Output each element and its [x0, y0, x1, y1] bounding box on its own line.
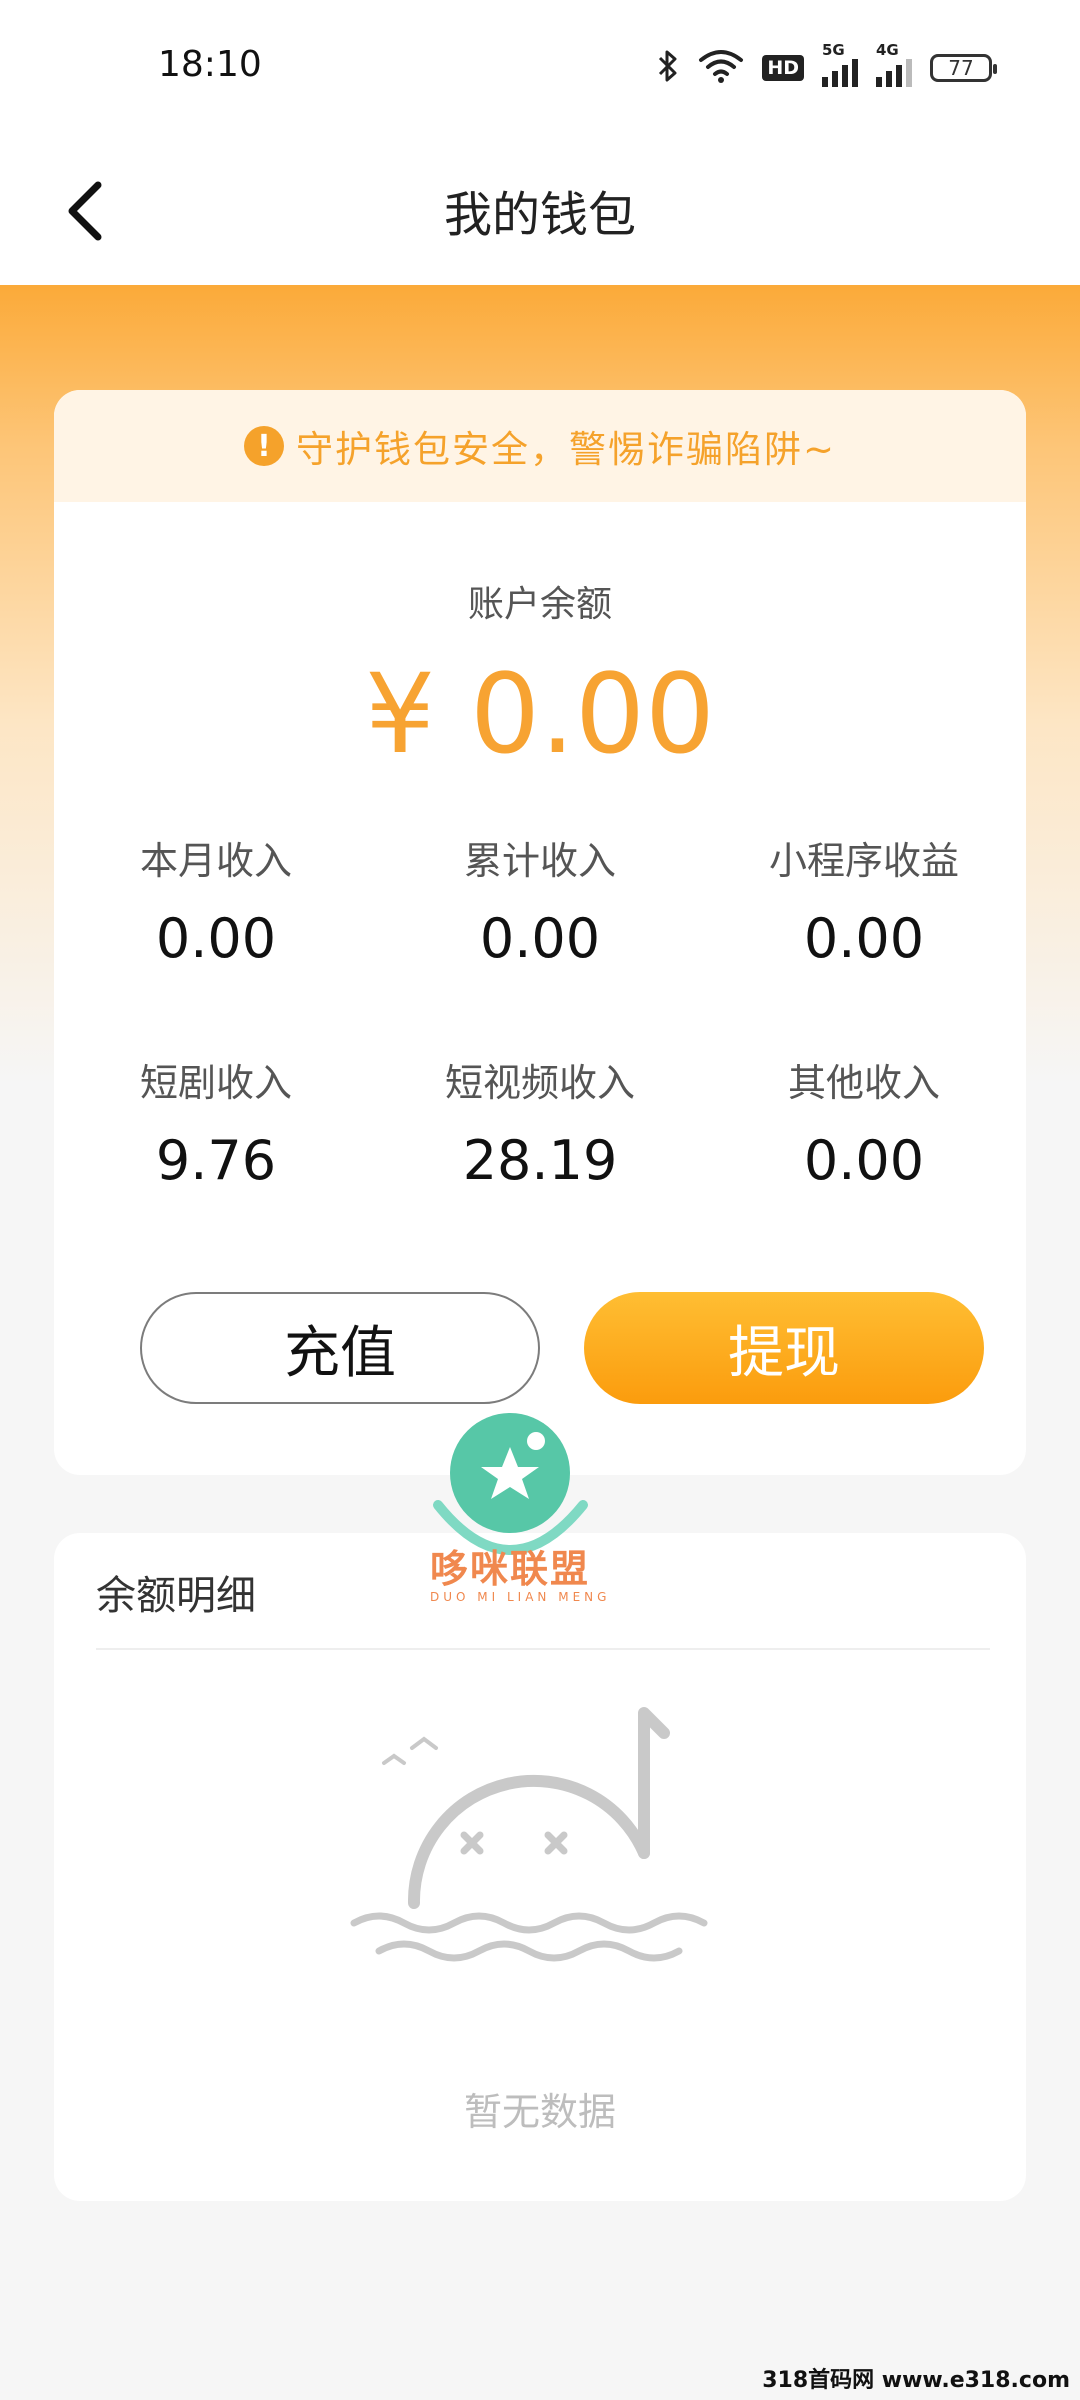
site-stamp: 318首码网 www.e318.com — [762, 2368, 1070, 2393]
status-icons: HD 5G 4G 77 — [656, 41, 997, 88]
nav-bar: 我的钱包 — [0, 135, 1080, 285]
stat-other-income: 其他收入 0.00 — [702, 1052, 1026, 1192]
stat-value: 0.00 — [803, 907, 925, 970]
wallet-card: ! 守护钱包安全，警惕诈骗陷阱~ 账户余额 ¥ 0.00 本月收入 0.00 累… — [54, 390, 1026, 1475]
detail-title: 余额明细 — [96, 1573, 256, 1619]
stat-monthly-income: 本月收入 0.00 — [54, 830, 378, 970]
balance-amount: ¥ 0.00 — [365, 650, 715, 778]
stat-value: 0.00 — [803, 1129, 925, 1192]
empty-state-icon — [350, 1707, 708, 1962]
signal-4g-label: 4G — [876, 41, 899, 59]
battery-icon: 77 — [930, 54, 997, 82]
hd-icon: HD — [762, 55, 804, 81]
status-bar: 18:10 HD 5G 4G 77 — [0, 0, 1080, 135]
recharge-button[interactable]: 充值 — [140, 1292, 540, 1404]
page-title: 我的钱包 — [443, 187, 636, 243]
stat-short-video-income: 短视频收入 28.19 — [378, 1052, 702, 1192]
signal-4g-icon: 4G — [876, 41, 912, 87]
bluetooth-icon — [656, 49, 680, 87]
wifi-icon — [698, 49, 744, 87]
stat-total-income: 累计收入 0.00 — [378, 830, 702, 970]
watermark-text: 哆咪联盟 — [430, 1547, 591, 1591]
balance-detail-card: 余额明细 暂无数据 — [54, 1533, 1026, 2201]
stat-label: 本月收入 — [139, 839, 292, 883]
signal-5g-icon: 5G — [822, 41, 858, 87]
stat-label: 小程序收益 — [768, 839, 959, 883]
stat-label: 短视频收入 — [444, 1061, 635, 1105]
stat-miniprogram-income: 小程序收益 0.00 — [702, 830, 1026, 970]
status-time: 18:10 — [158, 44, 262, 85]
stat-value: 9.76 — [155, 1129, 277, 1192]
stat-value: 0.00 — [479, 907, 601, 970]
empty-text: 暂无数据 — [463, 2090, 616, 2134]
stat-value: 0.00 — [155, 907, 277, 970]
stat-value: 28.19 — [462, 1129, 618, 1192]
watermark-subtext: DUO MI LIAN MENG — [430, 1590, 611, 1604]
security-notice: ! 守护钱包安全，警惕诈骗陷阱~ — [54, 390, 1026, 502]
stat-short-drama-income: 短剧收入 9.76 — [54, 1052, 378, 1192]
notice-text: 守护钱包安全，警惕诈骗陷阱~ — [295, 428, 836, 471]
signal-5g-label: 5G — [822, 41, 845, 59]
stat-label: 短剧收入 — [139, 1061, 292, 1105]
stat-label: 其他收入 — [787, 1061, 940, 1105]
stat-label: 累计收入 — [463, 839, 616, 883]
withdraw-button[interactable]: 提现 — [584, 1292, 984, 1404]
divider — [96, 1648, 990, 1650]
warning-icon: ! — [243, 426, 284, 466]
balance-label: 账户余额 — [467, 584, 612, 625]
